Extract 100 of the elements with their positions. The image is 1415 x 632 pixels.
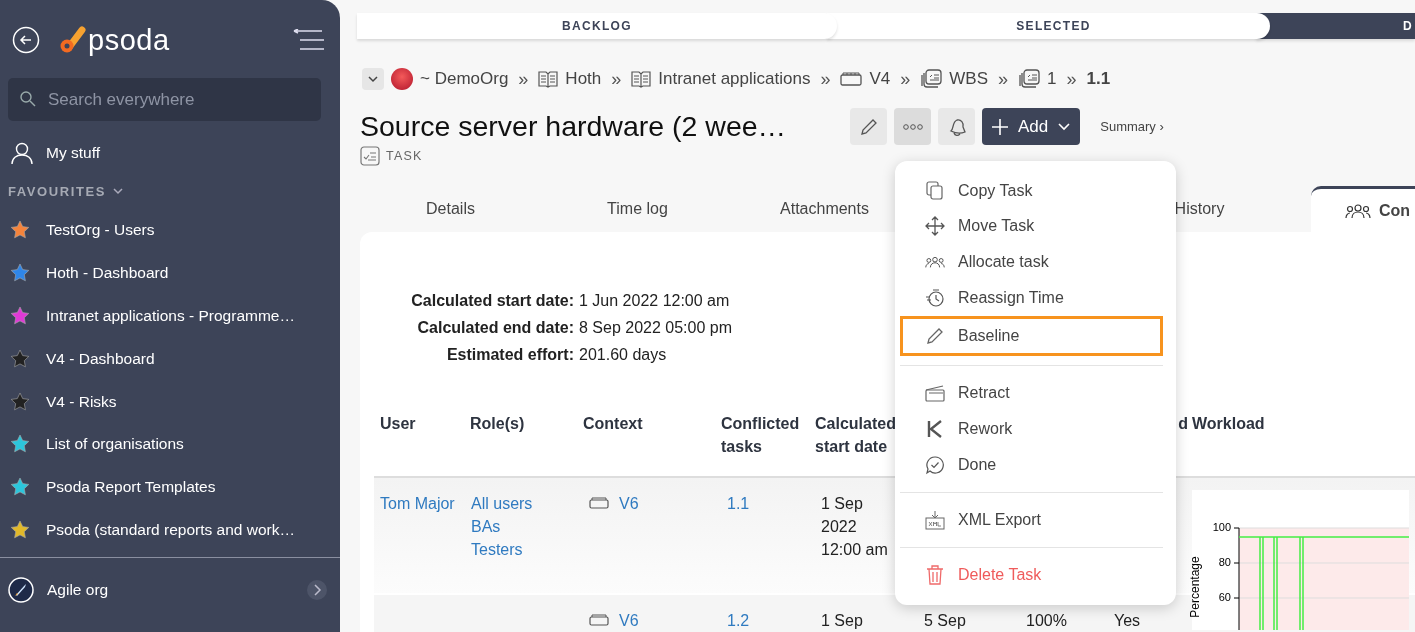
move-icon	[925, 216, 945, 237]
my-stuff-link[interactable]: My stuff	[46, 144, 100, 162]
breadcrumb-link[interactable]: Hoth	[565, 69, 602, 90]
breadcrumb-separator: »	[900, 68, 911, 90]
menu-item[interactable]: Move Task	[900, 208, 1163, 245]
tick-label: 100	[1212, 520, 1231, 535]
stage-tab[interactable]: SELECTED	[827, 13, 1270, 39]
checklist-icon	[360, 146, 380, 167]
edit-button[interactable]	[850, 108, 887, 146]
breadcrumb-separator: »	[820, 68, 831, 90]
favourite-link[interactable]: V4 - Risks	[46, 392, 117, 411]
chevron-down-icon	[1058, 122, 1071, 131]
tab[interactable]: Details	[357, 186, 544, 232]
search-field[interactable]: Search everywhere	[8, 78, 321, 121]
breadcrumb-link[interactable]: 1.1	[1086, 69, 1111, 90]
check-bubble-icon	[925, 454, 945, 475]
people-icon	[1345, 202, 1371, 219]
logo-icon	[58, 26, 88, 54]
user-link[interactable]: Tom Major	[380, 492, 470, 515]
menu-item[interactable]: Retract	[900, 365, 1163, 412]
logo-text: psoda	[88, 23, 170, 57]
stack-icon	[920, 69, 943, 90]
chevron-down-icon[interactable]	[113, 187, 124, 195]
column-header: Context	[583, 414, 644, 434]
menu-item[interactable]: Rework	[900, 411, 1163, 447]
table-cell-text: 5 Sep	[923, 611, 967, 631]
item-type-label: TASK	[386, 149, 423, 164]
menu-item[interactable]: Baseline	[900, 316, 1163, 357]
favourite-link[interactable]: V4 - Dashboard	[46, 349, 155, 368]
favourite-link[interactable]: TestOrg - Users	[46, 221, 155, 240]
tab[interactable]: Con	[1311, 186, 1415, 232]
table-cell-text: 1 Sep	[820, 611, 864, 631]
field-label: Estimated effort:	[445, 346, 574, 364]
more-button[interactable]	[894, 108, 931, 146]
column-header: Calculated start date	[815, 414, 897, 457]
plus-icon	[992, 118, 1008, 135]
favourites-heading: FAVOURITES	[8, 183, 107, 199]
field-value: 8 Sep 2022 05:00 pm	[579, 319, 733, 337]
clapperboard-icon	[925, 384, 945, 403]
book-icon	[538, 70, 559, 89]
pencil-icon	[925, 326, 945, 347]
organisation-link[interactable]: Agile org	[47, 581, 109, 600]
summary-link[interactable]: Summary ›	[1100, 119, 1164, 135]
column-header: Workload	[1192, 414, 1266, 434]
tab[interactable]: Time log	[544, 186, 731, 232]
menu-item[interactable]: Allocate task	[900, 244, 1163, 280]
favourite-link[interactable]: Hoth - Dashboard	[46, 264, 169, 283]
more-icon	[902, 123, 923, 130]
stack-icon	[1018, 69, 1041, 90]
tick-label: 80	[1218, 555, 1231, 570]
breadcrumb-separator: »	[1066, 68, 1077, 90]
page-title: Source server hardware (2 wee…	[360, 110, 788, 144]
chevron-down-icon	[368, 75, 378, 83]
dropdown-button[interactable]	[362, 68, 384, 91]
person-icon	[10, 141, 34, 165]
collapse-menu-icon[interactable]	[292, 29, 326, 51]
breadcrumb-link[interactable]: WBS	[949, 69, 988, 90]
copy-icon	[926, 180, 944, 201]
breadcrumb-link[interactable]: 1	[1047, 69, 1057, 90]
board-icon	[840, 72, 863, 87]
favourite-link[interactable]: Psoda Report Templates	[46, 478, 216, 497]
organisation-avatar	[391, 68, 413, 91]
field-value: 201.60 days	[579, 346, 668, 364]
menu-item[interactable]: Reassign Time	[900, 279, 1163, 316]
role-link[interactable]: BAs	[471, 515, 583, 538]
column-header: User	[380, 414, 417, 434]
chevron-right-icon[interactable]	[306, 579, 328, 602]
menu-item[interactable]: Copy Task	[900, 173, 1163, 209]
timer-icon	[925, 288, 945, 307]
trash-icon	[926, 564, 944, 585]
notification-button[interactable]	[938, 108, 975, 146]
breadcrumb-separator: »	[611, 68, 622, 90]
breadcrumb-link[interactable]: V4	[869, 69, 891, 90]
column-header: d	[1177, 414, 1189, 434]
book-icon	[631, 70, 652, 89]
breadcrumb-link[interactable]: ~ DemoOrg	[420, 69, 509, 90]
context-link[interactable]: V6	[619, 609, 639, 632]
favourite-link[interactable]: Intranet applications - Programme…	[46, 307, 295, 325]
task-link[interactable]: 1.2	[727, 609, 815, 632]
breadcrumb-separator: »	[998, 68, 1009, 90]
menu-item[interactable]: Done	[900, 446, 1163, 483]
table-cell-text: 1 Sep 2022 12:00 am	[820, 494, 889, 560]
board-icon	[589, 614, 609, 626]
column-header: Role(s)	[470, 414, 526, 434]
back-icon[interactable]	[12, 26, 40, 54]
role-link[interactable]: All users	[471, 492, 583, 515]
favourite-link[interactable]: List of organisations	[46, 435, 184, 454]
favourite-link[interactable]: Psoda (standard reports and work…	[46, 520, 295, 539]
breadcrumb-link[interactable]: Intranet applications	[658, 69, 811, 90]
breadcrumb-separator: »	[518, 68, 529, 90]
task-link[interactable]: 1.1	[727, 492, 815, 515]
rework-icon	[927, 420, 943, 439]
board-icon	[589, 497, 609, 509]
axis-label: Percentage	[1187, 556, 1202, 618]
role-link[interactable]: Testers	[471, 538, 583, 561]
menu-item[interactable]: XML Export	[900, 491, 1163, 538]
context-link[interactable]: V6	[619, 492, 639, 515]
column-header: Conflicted tasks	[721, 414, 801, 457]
stage-tab[interactable]: BACKLOG	[357, 13, 837, 39]
add-button[interactable]: Add	[982, 108, 1081, 146]
